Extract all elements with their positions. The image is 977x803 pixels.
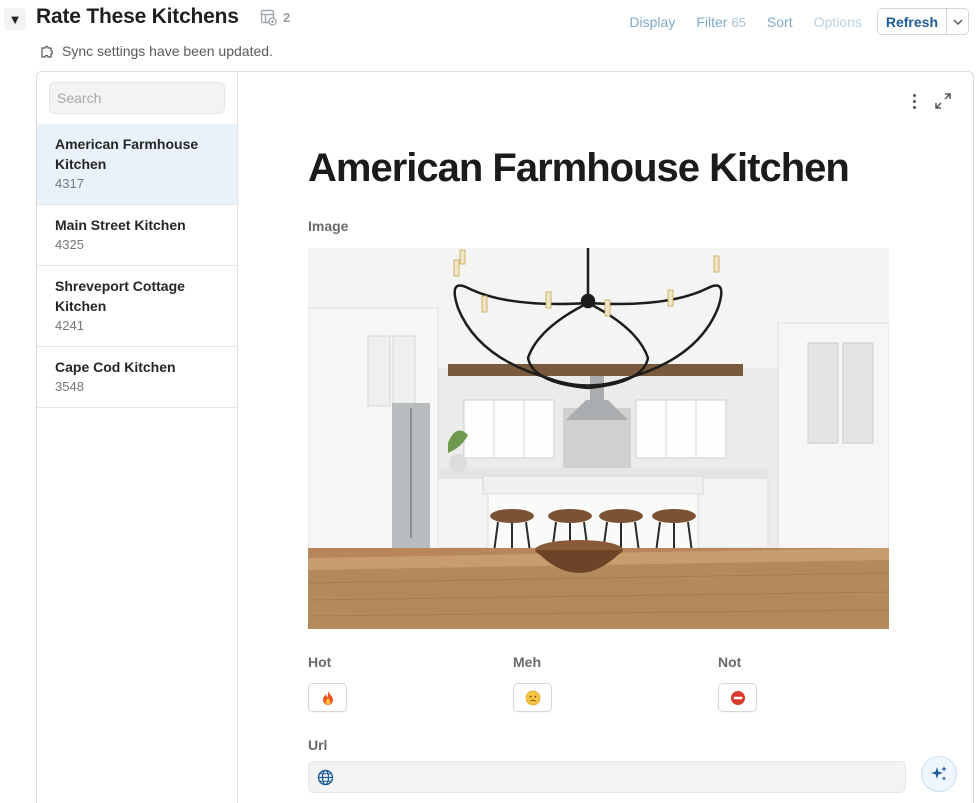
url-field <box>308 761 906 793</box>
display-button[interactable]: Display <box>629 14 675 30</box>
collapse-toggle[interactable]: ▼ <box>4 8 26 30</box>
sync-notice: Sync settings have been updated. <box>40 43 273 59</box>
refresh-group: Refresh <box>876 8 969 35</box>
sparkles-icon <box>931 766 947 781</box>
list-item-title: Main Street Kitchen <box>55 217 186 233</box>
search-box <box>49 82 225 114</box>
list-item[interactable]: American Farmhouse Kitchen 4317 <box>37 124 237 205</box>
image-field-label: Image <box>308 218 349 234</box>
list-item[interactable]: Shreveport Cottage Kitchen 4241 <box>37 266 237 347</box>
sort-button[interactable]: Sort <box>767 14 793 30</box>
record-detail: American Farmhouse Kitchen Image Hot Meh… <box>238 72 973 803</box>
meh-face-icon <box>525 690 540 705</box>
list-item-number: 4241 <box>55 318 84 333</box>
kitchen-photo-illustration <box>308 248 889 629</box>
fire-icon <box>322 690 333 705</box>
synced-count: 2 <box>283 10 291 25</box>
sync-notice-text: Sync settings have been updated. <box>62 43 273 59</box>
list-item-title: Shreveport Cottage Kitchen <box>55 278 185 314</box>
kitchen-image[interactable] <box>308 248 889 629</box>
list-item-number: 4325 <box>55 237 84 252</box>
list-item-number: 3548 <box>55 379 84 394</box>
record-list-sidebar: American Farmhouse Kitchen 4317 Main Str… <box>37 72 238 803</box>
filter-count: 65 <box>731 14 746 30</box>
list-item-title: American Farmhouse Kitchen <box>55 136 199 172</box>
not-button[interactable] <box>718 683 757 712</box>
puzzle-icon <box>41 45 54 58</box>
filter-button[interactable]: Filter 65 <box>696 14 746 30</box>
synced-tables-badge[interactable]: 2 <box>260 9 290 26</box>
hot-button[interactable] <box>308 683 347 712</box>
synced-table-icon <box>260 9 277 26</box>
globe-icon <box>317 769 334 785</box>
ai-assist-button[interactable] <box>921 756 957 792</box>
refresh-button[interactable]: Refresh <box>877 9 946 34</box>
filter-label: Filter <box>696 13 728 30</box>
list-item[interactable]: Cape Cod Kitchen 3548 <box>37 347 237 408</box>
more-options-icon[interactable] <box>905 91 923 111</box>
record-panel: American Farmhouse Kitchen 4317 Main Str… <box>36 71 974 803</box>
record-list: American Farmhouse Kitchen 4317 Main Str… <box>37 124 237 408</box>
hot-label: Hot <box>308 654 332 670</box>
expand-icon[interactable] <box>933 91 953 111</box>
options-button[interactable]: Options <box>814 14 862 30</box>
page-title: Rate These Kitchens <box>36 5 239 28</box>
not-label: Not <box>718 654 742 670</box>
search-input[interactable] <box>50 83 224 113</box>
url-field-label: Url <box>308 737 328 753</box>
no-entry-icon <box>730 690 745 705</box>
chevron-down-icon[interactable] <box>946 9 968 34</box>
meh-button[interactable] <box>513 683 552 712</box>
list-item-title: Cape Cod Kitchen <box>55 359 176 375</box>
list-item[interactable]: Main Street Kitchen 4325 <box>37 205 237 266</box>
meh-label: Meh <box>513 654 541 670</box>
toolbar: Display Filter 65 Sort Options Refresh <box>608 8 969 35</box>
record-title: American Farmhouse Kitchen <box>308 146 850 190</box>
list-item-number: 4317 <box>55 176 84 191</box>
url-input[interactable] <box>334 762 905 792</box>
